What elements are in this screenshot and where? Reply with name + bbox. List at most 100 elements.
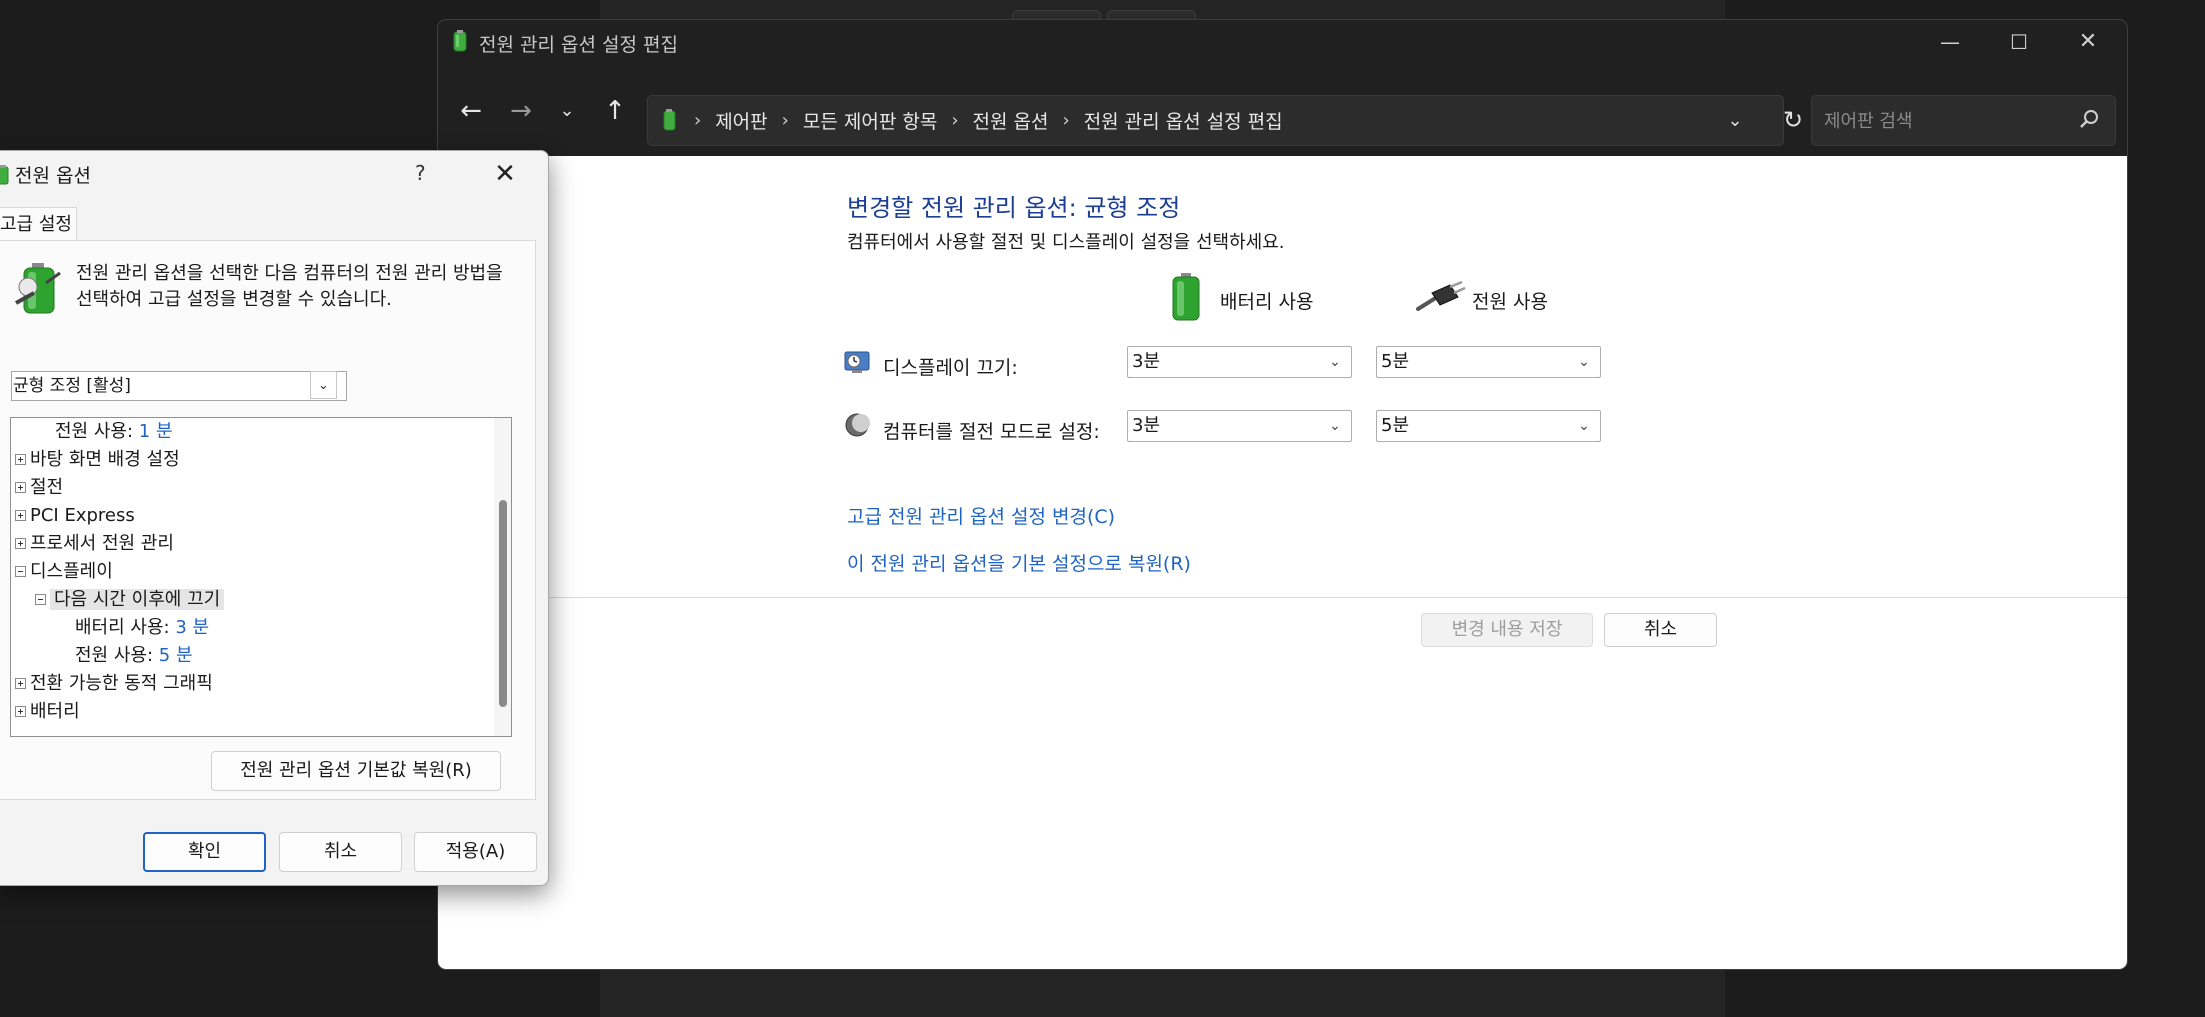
display-off-plugged-select[interactable]: 5분 ⌄ xyxy=(1376,346,1601,378)
close-button[interactable]: ✕ xyxy=(2053,20,2123,64)
tree-item-label: 전원 사용: xyxy=(55,421,134,442)
cancel-button[interactable]: 취소 xyxy=(1604,613,1717,647)
display-off-plugged-value: 5분 xyxy=(1381,351,1410,372)
breadcrumb-item[interactable]: 제어판 xyxy=(715,107,767,134)
tree-scrollbar[interactable] xyxy=(494,418,511,736)
breadcrumb-chevron-icon[interactable]: › xyxy=(1062,110,1069,131)
tree-item-selected[interactable]: 다음 시간 이후에 끄기 xyxy=(35,586,225,614)
search-icon[interactable] xyxy=(2078,108,2100,132)
sleep-battery-value: 3분 xyxy=(1132,415,1161,436)
sleep-plugged-select[interactable]: 5분 ⌄ xyxy=(1376,410,1601,442)
content-area: 변경할 전원 관리 옵션: 균형 조정 컴퓨터에서 사용할 절전 및 디스플레이… xyxy=(438,156,2127,969)
battery-icon xyxy=(453,30,467,52)
expand-icon[interactable] xyxy=(15,481,26,493)
tree-item[interactable]: 전원 사용: 5 분 xyxy=(75,642,193,670)
tree-item[interactable]: 디스플레이 xyxy=(15,558,113,586)
minimize-button[interactable]: — xyxy=(1915,20,1985,64)
dialog-title: 전원 옵션 xyxy=(15,165,91,187)
tree-item[interactable]: 절전 xyxy=(15,474,63,502)
battery-icon xyxy=(1172,273,1200,321)
tree-item-label: 프로세서 전원 관리 xyxy=(30,533,174,554)
expand-icon[interactable] xyxy=(15,537,26,549)
expand-icon[interactable] xyxy=(15,677,26,689)
battery-column-header: 배터리 사용 xyxy=(1220,291,1314,313)
tree-item-label: 절전 xyxy=(30,477,64,498)
page-title: 변경할 전원 관리 옵션: 균형 조정 xyxy=(847,194,1181,222)
collapse-icon[interactable] xyxy=(35,593,46,605)
breadcrumb-item[interactable]: 모든 제어판 항목 xyxy=(803,107,937,134)
up-arrow-icon[interactable]: ↑ xyxy=(598,94,632,128)
back-arrow-icon[interactable]: ← xyxy=(454,94,488,128)
recent-locations-chevron-icon[interactable]: ⌄ xyxy=(550,94,584,128)
address-bar[interactable]: › 제어판 › 모든 제어판 항목 › 전원 옵션 › 전원 관리 옵션 설정 … xyxy=(647,95,1803,146)
chevron-down-icon: ⌄ xyxy=(1578,418,1590,434)
breadcrumb: › 제어판 › 모든 제어판 항목 › 전원 옵션 › 전원 관리 옵션 설정 … xyxy=(690,96,1283,145)
collapse-icon[interactable] xyxy=(15,565,26,577)
tree-item-value[interactable]: 5 분 xyxy=(159,645,193,666)
breadcrumb-chevron-icon[interactable]: › xyxy=(951,110,958,131)
breadcrumb-item[interactable]: 전원 옵션 xyxy=(973,107,1049,134)
navigation-bar: ← → ⌄ ↑ › 제어판 › 모든 제어판 항목 › 전원 옵션 › 전원 관… xyxy=(438,64,2127,156)
display-clock-icon xyxy=(844,351,870,373)
display-off-label: 디스플레이 끄기: xyxy=(883,357,1018,379)
tree-item-label: 디스플레이 xyxy=(30,561,113,582)
window-title: 전원 관리 옵션 설정 편집 xyxy=(479,34,678,56)
advanced-settings-link[interactable]: 고급 전원 관리 옵션 설정 변경(C) xyxy=(847,502,1115,529)
sleep-moon-icon xyxy=(845,413,870,437)
display-off-battery-select[interactable]: 3분 ⌄ xyxy=(1127,346,1352,378)
chevron-down-icon: ⌄ xyxy=(1329,418,1341,434)
tree-item[interactable]: 바탕 화면 배경 설정 xyxy=(15,446,180,474)
tree-item-label: 전환 가능한 동적 그래픽 xyxy=(30,673,213,694)
tree-item-value[interactable]: 1 분 xyxy=(139,421,173,442)
search-input[interactable] xyxy=(1822,106,2066,136)
tree-item[interactable]: 프로세서 전원 관리 xyxy=(15,530,174,558)
divider xyxy=(438,597,2127,598)
scrollbar-thumb[interactable] xyxy=(499,500,507,707)
search-box xyxy=(1811,95,2116,146)
save-changes-button[interactable]: 변경 내용 저장 xyxy=(1421,613,1593,647)
page-subtitle: 컴퓨터에서 사용할 절전 및 디스플레이 설정을 선택하세요. xyxy=(847,232,1285,253)
power-options-icon xyxy=(15,263,61,314)
maximize-button[interactable]: ☐ xyxy=(1984,20,2054,64)
advanced-settings-panel: 전원 관리 옵션을 선택한 다음 컴퓨터의 전원 관리 방법을 선택하여 고급 … xyxy=(0,240,536,800)
power-plug-icon xyxy=(1416,280,1466,311)
tree-item[interactable]: 배터리 xyxy=(15,698,80,726)
restore-defaults-button[interactable]: 전원 관리 옵션 기본값 복원(R) xyxy=(211,751,501,791)
tree-item-label: 전원 사용: xyxy=(75,645,154,666)
breadcrumb-item[interactable]: 전원 관리 옵션 설정 편집 xyxy=(1084,107,1283,134)
tree-item-value[interactable]: 3 분 xyxy=(175,617,209,638)
breadcrumb-chevron-icon[interactable]: › xyxy=(782,110,789,131)
tree-item[interactable]: 전환 가능한 동적 그래픽 xyxy=(15,670,213,698)
refresh-icon[interactable]: ↻ xyxy=(1772,96,1814,145)
expand-icon[interactable] xyxy=(15,453,26,465)
battery-icon xyxy=(663,109,676,131)
power-plan-select[interactable]: 균형 조정 [활성] xyxy=(11,371,347,401)
apply-button[interactable]: 적용(A) xyxy=(414,832,537,872)
control-panel-window: 전원 관리 옵션 설정 편집 — ☐ ✕ ← → ⌄ ↑ › 제어판 › 모든 … xyxy=(437,19,2128,970)
forward-arrow-icon[interactable]: → xyxy=(504,94,538,128)
sleep-plugged-value: 5분 xyxy=(1381,415,1410,436)
chevron-down-icon[interactable]: ⌄ xyxy=(310,371,337,399)
help-button[interactable]: ? xyxy=(415,161,426,185)
close-button[interactable]: ✕ xyxy=(485,157,525,191)
sleep-battery-select[interactable]: 3분 ⌄ xyxy=(1127,410,1352,442)
chevron-down-icon: ⌄ xyxy=(1578,354,1590,370)
chevron-down-icon: ⌄ xyxy=(1329,354,1341,370)
tab-advanced-settings[interactable]: 고급 설정 xyxy=(0,207,77,241)
battery-icon xyxy=(0,165,9,185)
settings-tree: 전원 사용: 1 분 바탕 화면 배경 설정 절전 PCI Express 프로… xyxy=(10,417,512,737)
expand-icon[interactable] xyxy=(15,509,26,521)
title-bar: 전원 관리 옵션 설정 편집 — ☐ ✕ xyxy=(438,20,2127,64)
restore-defaults-link[interactable]: 이 전원 관리 옵션을 기본 설정으로 복원(R) xyxy=(847,549,1191,576)
expand-icon[interactable] xyxy=(15,705,26,717)
tree-item-label: PCI Express xyxy=(30,505,135,526)
tree-item[interactable]: 배터리 사용: 3 분 xyxy=(75,614,209,642)
ok-button[interactable]: 확인 xyxy=(143,832,266,872)
cancel-button[interactable]: 취소 xyxy=(279,832,402,872)
breadcrumb-chevron-icon: › xyxy=(694,110,702,131)
address-dropdown-chevron-icon[interactable]: ⌄ xyxy=(1717,96,1753,145)
tree-item[interactable]: 전원 사용: 1 분 xyxy=(55,418,173,446)
sleep-label: 컴퓨터를 절전 모드로 설정: xyxy=(883,421,1100,443)
tree-item[interactable]: PCI Express xyxy=(15,502,135,530)
power-options-dialog: 전원 옵션 ? ✕ 고급 설정 전원 관리 옵션을 선택한 다음 컴퓨터의 전원… xyxy=(0,150,549,886)
